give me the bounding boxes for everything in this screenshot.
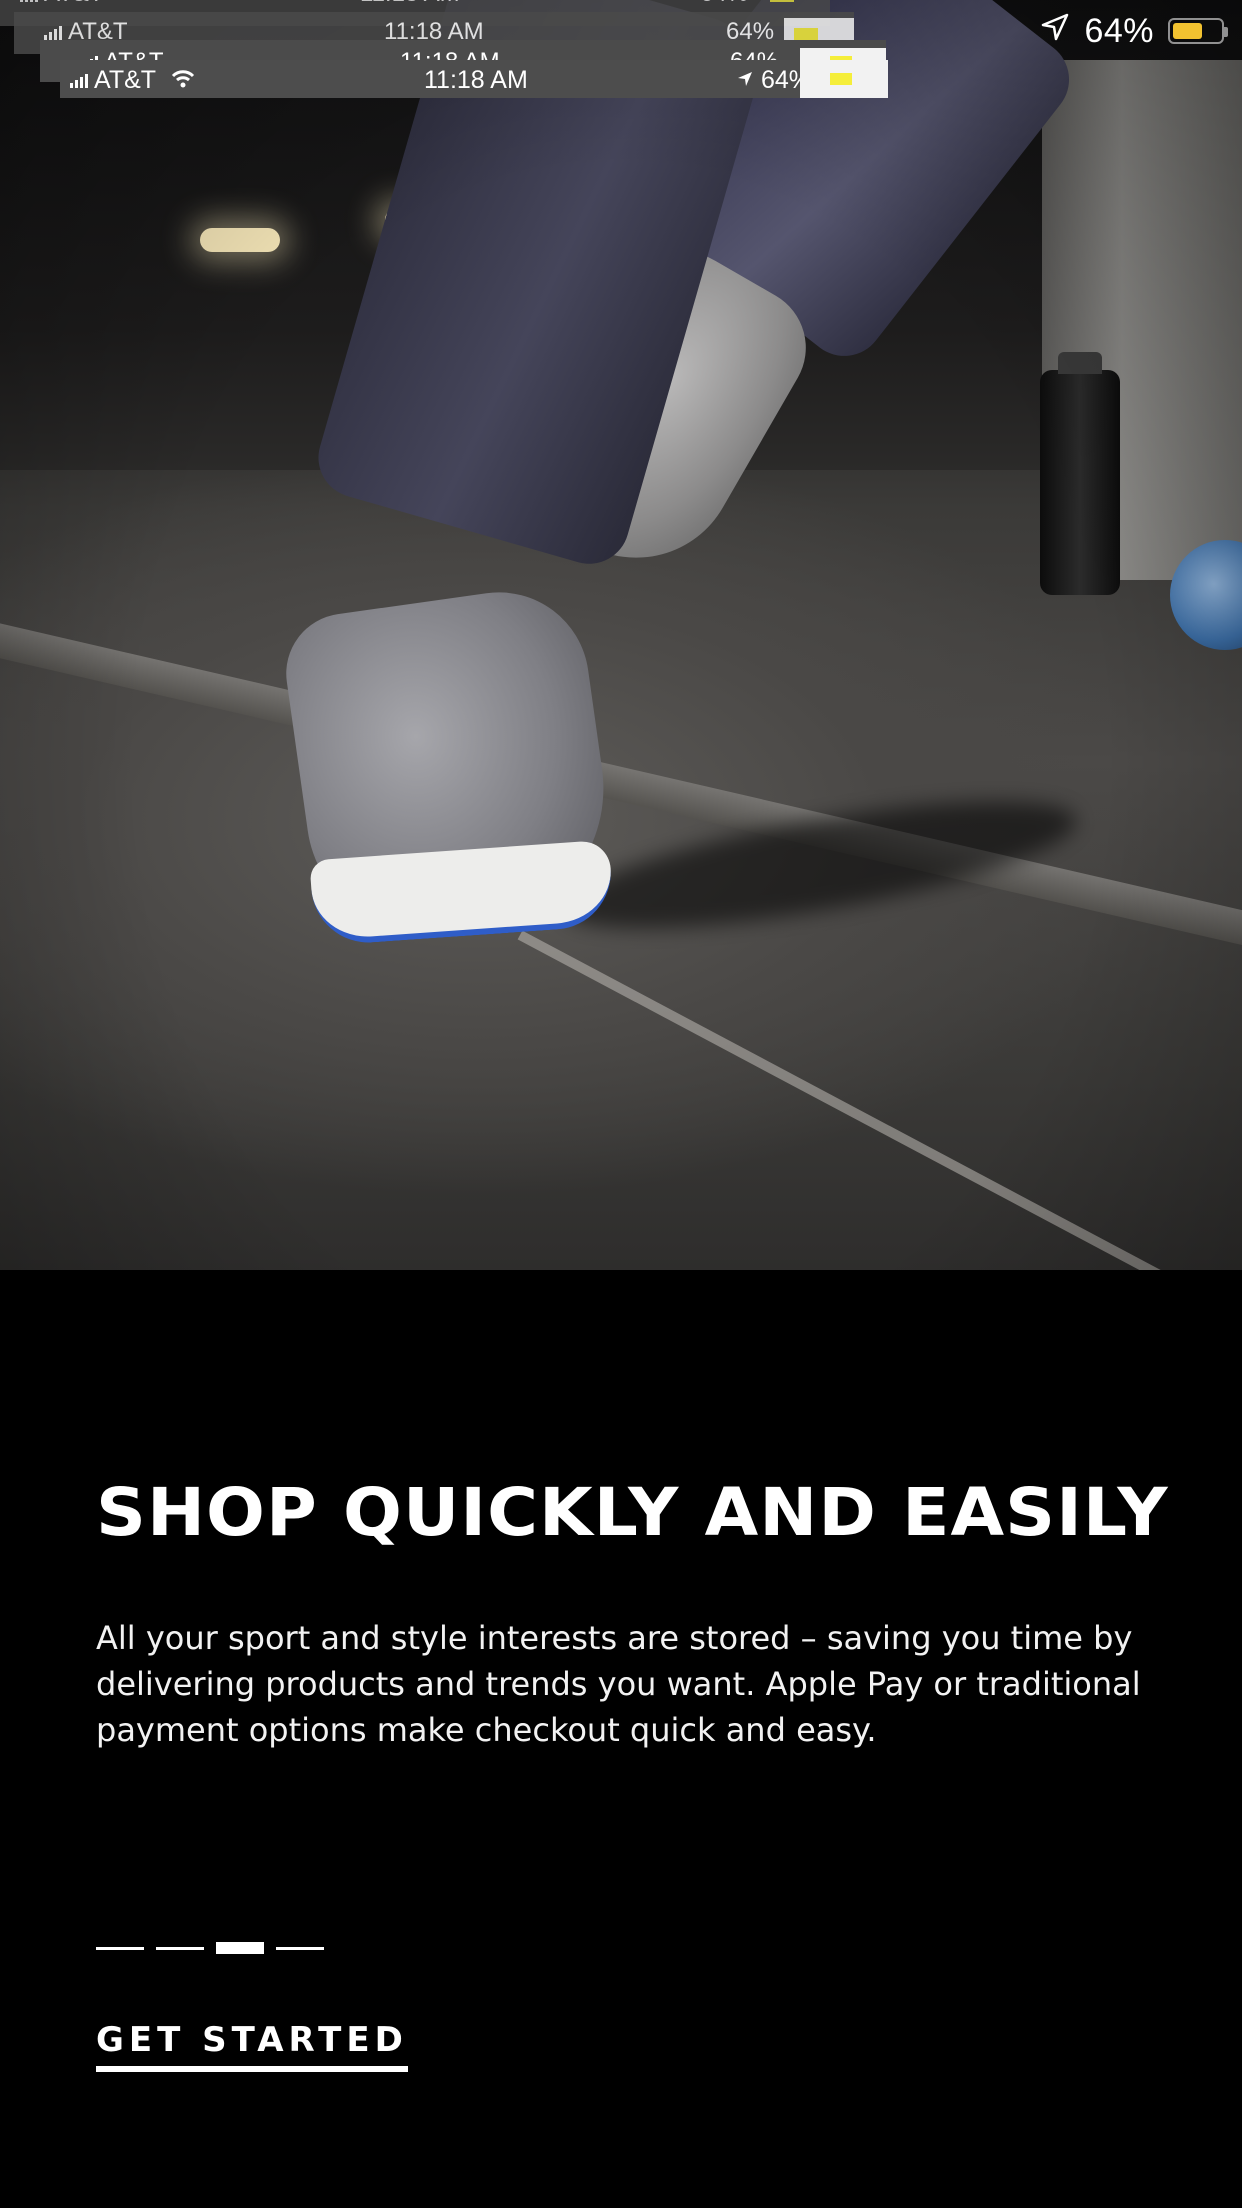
battery-icon [1168,18,1228,44]
get-started-button[interactable]: GET STARTED [96,2020,408,2072]
status-bar: 64% [984,0,1242,62]
page-indicator-dash[interactable] [276,1946,324,1950]
signal-icon [44,25,62,40]
page-indicator-dash[interactable] [216,1942,264,1954]
page-title: SHOP QUICKLY AND EASILY [96,1474,1169,1551]
time-label: 11:18 AM [424,66,528,94]
location-arrow-icon [1040,12,1070,51]
time-label: 11:18 AM [360,0,460,8]
signal-icon [20,0,38,2]
battery-percent: 64% [1084,11,1154,50]
location-arrow-icon [736,66,761,94]
signal-icon [70,74,88,89]
page-indicator[interactable] [96,1942,324,1954]
wifi-icon [171,66,195,94]
status-bar-main: AT&T 11:18 AM 64% [60,60,888,98]
carrier-label: AT&T [44,0,104,7]
onboarding-panel: SHOP QUICKLY AND EASILY All your sport a… [0,1270,1242,2208]
photo-vignette [0,0,1242,1270]
hero-image [0,0,1242,1270]
battery-percent-label: 64% [700,0,748,8]
carrier-label: AT&T [94,66,156,94]
page-indicator-dash[interactable] [156,1946,204,1950]
page-description: All your sport and style interests are s… [96,1619,1141,1749]
page-indicator-dash[interactable] [96,1946,144,1950]
